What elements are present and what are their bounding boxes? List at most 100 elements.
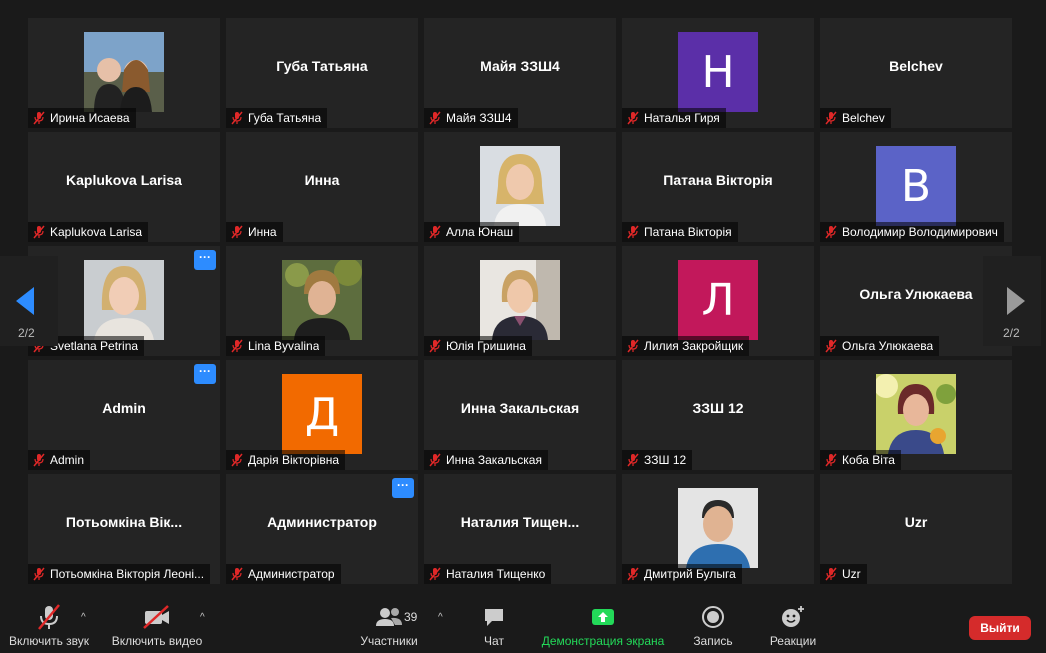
participant-tile[interactable]: Инна Инна	[226, 132, 418, 242]
participant-photo	[84, 32, 164, 112]
muted-microphone-icon	[825, 339, 837, 353]
participant-nameplate: Юлія Гришина	[424, 336, 532, 356]
start-video-button[interactable]: Включить видео	[108, 602, 206, 648]
participant-nameplate: Lina Byvalina	[226, 336, 326, 356]
participant-tile[interactable]: Д Дарія Вікторівна	[226, 360, 418, 470]
participant-tile[interactable]: Инна Закальская Инна Закальская	[424, 360, 616, 470]
chat-button[interactable]: Чат	[474, 602, 514, 648]
participant-tile[interactable]: Патана Вікторія Патана Вікторія	[622, 132, 814, 242]
unmute-button[interactable]: Включить звук	[4, 602, 94, 648]
reactions-button[interactable]: Реакции	[766, 602, 820, 648]
participant-name-label: Admin	[50, 453, 85, 467]
participant-display-name: Наталия Тищен...	[460, 514, 580, 530]
participant-display-name: Губа Татьяна	[276, 58, 368, 74]
participant-tile[interactable]: Kaplukova Larisa Kaplukova Larisa	[28, 132, 220, 242]
participant-name-label: Наталия Тищенко	[446, 567, 546, 581]
reactions-label: Реакции	[769, 634, 817, 648]
muted-microphone-icon	[429, 225, 441, 239]
participant-tile[interactable]: Uzr Uzr	[820, 474, 1012, 584]
participant-nameplate: Ирина Исаева	[28, 108, 136, 128]
participant-name-label: Дмитрий Булыга	[644, 567, 736, 581]
chat-label: Чат	[484, 634, 504, 648]
participant-display-name: Потьомкіна Вік...	[65, 514, 183, 530]
participants-options-caret[interactable]: ^	[438, 612, 443, 623]
participant-tile[interactable]: Belchev Belchev	[820, 18, 1012, 128]
more-options-button[interactable]: ···	[392, 478, 414, 498]
muted-microphone-icon	[825, 453, 837, 467]
muted-microphone-icon	[825, 225, 837, 239]
participant-tile[interactable]: ЗЗШ 12 ЗЗШ 12	[622, 360, 814, 470]
participants-label: Участники	[360, 634, 418, 648]
more-options-button[interactable]: ···	[194, 250, 216, 270]
participant-nameplate: Володимир Володимирович	[820, 222, 1004, 242]
participant-tile[interactable]: Алла Юнаш	[424, 132, 616, 242]
participant-display-name: Администратор	[267, 514, 377, 530]
participant-photo	[876, 374, 956, 454]
participant-tile[interactable]: В Володимир Володимирович	[820, 132, 1012, 242]
participant-nameplate: Алла Юнаш	[424, 222, 520, 242]
share-screen-icon	[592, 609, 614, 625]
record-button[interactable]: Запись	[690, 602, 736, 648]
participant-tile[interactable]: Администратор Администратор ···	[226, 474, 418, 584]
participant-display-name: Инна Закальская	[460, 400, 580, 416]
video-off-icon	[143, 605, 169, 629]
participant-tile[interactable]: Ирина Исаева	[28, 18, 220, 128]
participant-nameplate: Дмитрий Булыга	[622, 564, 742, 584]
video-options-caret[interactable]: ^	[200, 612, 205, 623]
participant-nameplate: Наталия Тищенко	[424, 564, 552, 584]
participant-name-label: Svetlana Petrina	[50, 339, 139, 353]
participant-photo	[480, 260, 560, 340]
participant-tile[interactable]: Губа Татьяна Губа Татьяна	[226, 18, 418, 128]
next-page-button[interactable]: 2/2	[983, 256, 1041, 346]
participant-tile[interactable]: Дмитрий Булыга	[622, 474, 814, 584]
participant-tile[interactable]: Lina Byvalina	[226, 246, 418, 356]
leave-meeting-button[interactable]: Выйти	[969, 616, 1031, 640]
participant-nameplate: Коба Віта	[820, 450, 901, 470]
participant-tile[interactable]: Admin Admin ···	[28, 360, 220, 470]
participant-name-label: Коба Віта	[842, 453, 895, 467]
participant-display-name: Инна	[304, 172, 340, 188]
participant-name-label: Наталья Гиря	[644, 111, 720, 125]
participant-photo	[678, 488, 758, 568]
participant-nameplate: ЗЗШ 12	[622, 450, 693, 470]
participant-tile[interactable]: Наталия Тищен... Наталия Тищенко	[424, 474, 616, 584]
participant-tile[interactable]: Потьомкіна Вік... Потьомкіна Вікторія Лео…	[28, 474, 220, 584]
participant-tile[interactable]: Л Лилия Закройщик	[622, 246, 814, 356]
muted-microphone-icon	[429, 567, 441, 581]
muted-microphone-icon	[627, 225, 639, 239]
participants-count: 39	[404, 610, 418, 624]
arrow-right-icon	[1007, 287, 1025, 315]
participant-tile[interactable]: Юлія Гришина	[424, 246, 616, 356]
muted-microphone-icon	[627, 339, 639, 353]
muted-microphone-icon	[33, 225, 45, 239]
participant-tile[interactable]: Майя ЗЗШ4 Майя ЗЗШ4	[424, 18, 616, 128]
participant-name-label: Администратор	[248, 567, 335, 581]
muted-microphone-icon	[231, 225, 243, 239]
participant-nameplate: Admin	[28, 450, 91, 470]
reactions-icon	[782, 606, 804, 627]
participant-display-name: ЗЗШ 12	[692, 400, 744, 416]
participant-name-label: Kaplukova Larisa	[50, 225, 143, 239]
audio-options-caret[interactable]: ^	[81, 612, 86, 623]
participant-nameplate: Потьомкіна Вікторія Леоні...	[28, 564, 211, 584]
participant-tile[interactable]: Н Наталья Гиря	[622, 18, 814, 128]
participant-tile[interactable]: Коба Віта	[820, 360, 1012, 470]
participant-nameplate: Инна	[226, 222, 283, 242]
more-options-button[interactable]: ···	[194, 364, 216, 384]
participant-display-name: Ольга Улюкаева	[859, 286, 973, 302]
muted-microphone-icon	[231, 111, 243, 125]
participant-name-label: Юлія Гришина	[446, 339, 526, 353]
participant-name-label: Патана Вікторія	[644, 225, 732, 239]
microphone-muted-icon	[38, 604, 60, 630]
muted-microphone-icon	[33, 111, 45, 125]
participant-nameplate: Наталья Гиря	[622, 108, 726, 128]
participants-button[interactable]: Участники	[356, 602, 422, 648]
participant-name-label: ЗЗШ 12	[644, 453, 687, 467]
muted-microphone-icon	[627, 111, 639, 125]
previous-page-button[interactable]: 2/2	[0, 256, 58, 346]
record-icon	[702, 606, 724, 628]
share-screen-button[interactable]: Демонстрация экрана	[540, 602, 666, 648]
chat-icon	[485, 609, 503, 626]
participant-nameplate: Kaplukova Larisa	[28, 222, 149, 242]
participant-display-name: Belchev	[889, 58, 943, 74]
